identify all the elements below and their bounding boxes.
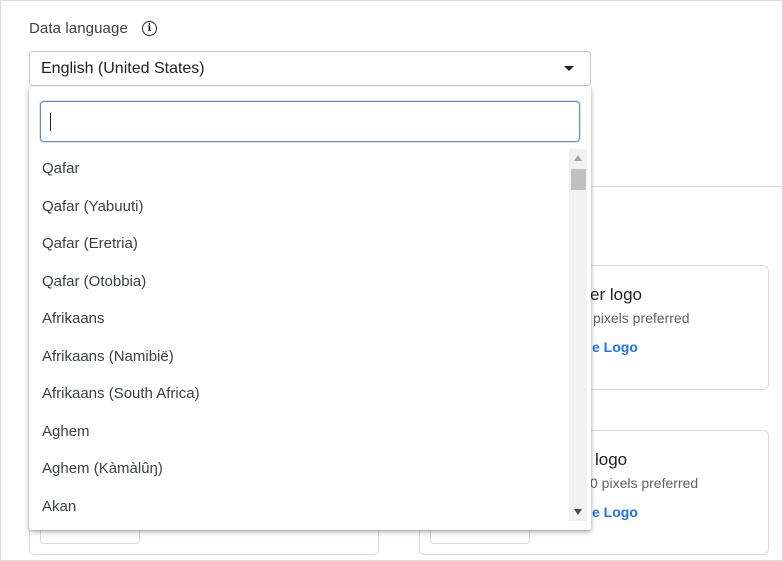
logo-card-2-title: logo	[595, 450, 628, 469]
text-cursor	[50, 113, 51, 131]
right-card-button[interactable]	[430, 529, 530, 544]
scrollbar-thumb[interactable]	[571, 169, 586, 190]
scroll-down-arrow-icon[interactable]	[574, 509, 582, 515]
language-search-input[interactable]	[40, 101, 580, 142]
language-list: Qafar Qafar (Yabuuti) Qafar (Eretria) Qafar…	[29, 150, 569, 525]
language-option[interactable]: Qafar	[29, 150, 569, 188]
language-option[interactable]: Afrikaans	[29, 300, 569, 338]
change-logo-link-2[interactable]: e Logo	[592, 504, 638, 520]
language-option[interactable]: Qafar (Otobbia)	[29, 263, 569, 301]
language-option[interactable]: Qafar (Eretria)	[29, 225, 569, 263]
settings-panel: Data language i English (United States) …	[0, 0, 783, 561]
language-option[interactable]: Aghem (Kàmàlûŋ)	[29, 450, 569, 488]
info-icon[interactable]: i	[141, 21, 157, 36]
data-language-select[interactable]: English (United States)	[29, 51, 591, 86]
data-language-label: Data language	[29, 20, 128, 37]
language-option[interactable]: Akan	[29, 488, 569, 526]
language-dropdown: Qafar Qafar (Yabuuti) Qafar (Eretria) Qafar…	[29, 87, 591, 530]
dropdown-scrollbar[interactable]	[569, 149, 587, 521]
caret-down-icon	[564, 66, 574, 71]
left-card-button[interactable]	[40, 529, 140, 544]
scroll-up-arrow-icon[interactable]	[574, 155, 582, 161]
logo-card-2-subtitle: 0 pixels preferred	[590, 475, 699, 491]
section-divider	[591, 186, 783, 187]
language-option[interactable]: Afrikaans (Namibië)	[29, 338, 569, 376]
language-option[interactable]: Qafar (Yabuuti)	[29, 188, 569, 226]
logo-card-1-subtitle: pixels preferred	[593, 310, 690, 326]
language-option[interactable]: Afrikaans (South Africa)	[29, 375, 569, 413]
language-option[interactable]: Aghem	[29, 413, 569, 451]
change-logo-link-1[interactable]: e Logo	[592, 339, 638, 355]
data-language-label-row: Data language i	[29, 20, 157, 37]
logo-card-1-title: er logo	[590, 285, 642, 304]
selected-language: English (United States)	[41, 59, 205, 77]
